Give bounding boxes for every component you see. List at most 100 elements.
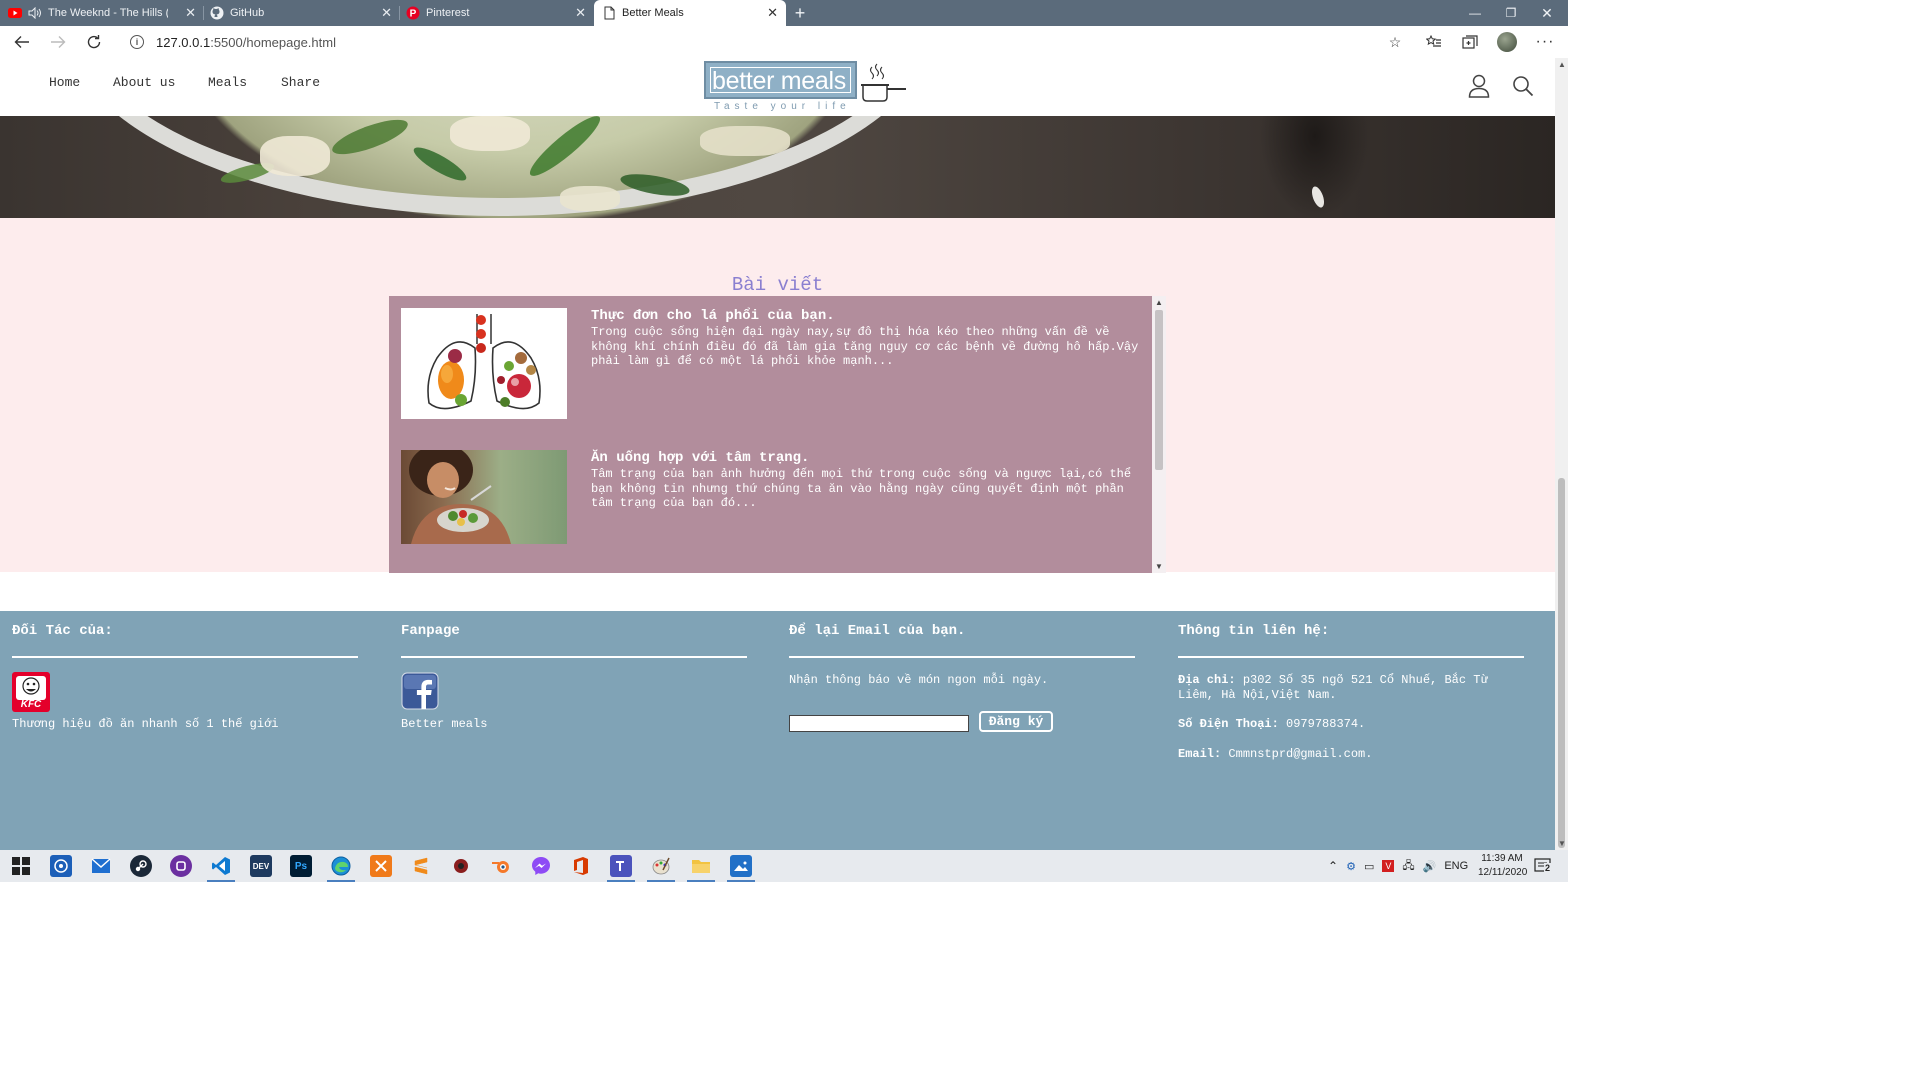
pinterest-icon: P [406, 6, 420, 20]
nav-share[interactable]: Share [281, 75, 320, 90]
windows-start-icon[interactable] [10, 855, 32, 877]
nav-about-us[interactable]: About us [113, 75, 175, 90]
contact-phone: Số Điện Thoại: 0979788374. [1178, 717, 1365, 732]
contact-email: Email: Cmmnstprd@gmail.com. [1178, 747, 1372, 762]
site-info-icon[interactable]: i [130, 35, 144, 49]
devcpp-icon[interactable]: DEV [250, 855, 272, 877]
post-excerpt: Trong cuộc sống hiện đại ngày nay,sự đô … [591, 325, 1139, 369]
nav-home[interactable]: Home [49, 75, 80, 90]
sublime-icon[interactable] [410, 855, 432, 877]
language-indicator[interactable]: ENG [1444, 860, 1468, 872]
fanpage-heading: Fanpage [401, 623, 460, 639]
woman-eating-salad-image [401, 450, 567, 544]
chevron-up-icon[interactable]: ⌃ [1328, 859, 1338, 873]
network-icon[interactable]: 🖧 [1402, 857, 1414, 876]
mail-icon[interactable] [90, 855, 112, 877]
scroll-down-icon[interactable]: ▼ [1155, 562, 1163, 571]
url-field[interactable]: i 127.0.0.1:5500/homepage.html [118, 30, 1418, 54]
refresh-icon[interactable] [84, 32, 104, 52]
post-item[interactable]: Thực đơn cho lá phổi của bạn. Trong cuộc… [401, 308, 1141, 420]
scroll-down-icon[interactable]: ▼ [1558, 839, 1566, 848]
address-label: Địa chỉ: [1178, 673, 1236, 687]
notification-icon[interactable]: 2 [1534, 857, 1552, 875]
tab-youtube[interactable]: The Weeknd - The Hills (Am ✕ [8, 0, 204, 26]
posts-scrollbar[interactable]: ▲ ▼ [1152, 296, 1166, 573]
logo-tagline: Taste your life [714, 101, 851, 112]
forward-icon[interactable] [48, 32, 68, 52]
partners-heading: Đối Tác của: [12, 623, 113, 639]
fanpage-caption[interactable]: Better meals [401, 717, 487, 732]
youtube-icon [8, 6, 22, 20]
github-icon [210, 6, 224, 20]
purple-app-icon[interactable] [170, 855, 192, 877]
phone-value: 0979788374. [1286, 717, 1366, 731]
close-tab-icon[interactable]: ✕ [185, 6, 196, 19]
volume-icon[interactable]: 🔊 [1423, 860, 1437, 873]
contact-address: Địa chỉ: p302 Số 35 ngõ 521 Cổ Nhuế, Bắc… [1178, 673, 1524, 702]
post-title[interactable]: Ăn uống hợp với tâm trạng. [591, 450, 809, 466]
site-header: Home About us Meals Share better meals T… [0, 58, 1555, 116]
battery-icon[interactable]: ▭ [1364, 860, 1374, 873]
photos-icon[interactable] [730, 855, 752, 877]
close-window-icon[interactable]: ✕ [1532, 4, 1562, 22]
signup-button[interactable]: Đăng ký [979, 711, 1053, 732]
taskbar-clock[interactable]: 11:39 AM 12/11/2020 [1478, 852, 1527, 880]
email-label: Email: [1178, 747, 1222, 761]
messenger-icon[interactable] [530, 855, 552, 877]
email-value[interactable]: Cmmnstprd@gmail.com. [1228, 747, 1372, 761]
site-footer: Đối Tác của: KFC Thương hiệu đồ ăn nhanh… [0, 611, 1555, 850]
posts-list[interactable]: Thực đơn cho lá phổi của bạn. Trong cuộc… [389, 296, 1166, 573]
back-icon[interactable] [12, 32, 32, 52]
restore-icon[interactable]: ❐ [1496, 4, 1526, 22]
site-logo[interactable]: better meals Taste your life [704, 61, 910, 113]
tab-title: Better Meals [622, 7, 684, 19]
post-item[interactable]: Ăn uống hợp với tâm trạng. Tâm trạng của… [401, 450, 1141, 545]
tray-app-icon[interactable]: ⚙ [1346, 860, 1356, 873]
close-tab-icon[interactable]: ✕ [767, 6, 778, 19]
teams-icon[interactable] [610, 855, 632, 877]
search-icon[interactable] [1510, 73, 1536, 99]
blender-icon[interactable] [490, 855, 512, 877]
network-app-icon[interactable] [50, 855, 72, 877]
contact-heading: Thông tin liên hệ: [1178, 623, 1330, 639]
vpn-icon[interactable]: V [1382, 860, 1395, 872]
edge-browser-icon[interactable] [330, 855, 352, 877]
email-input[interactable] [789, 715, 969, 732]
close-tab-icon[interactable]: ✕ [575, 6, 586, 19]
speaker-icon[interactable] [28, 7, 42, 19]
xampp-icon[interactable] [370, 855, 392, 877]
new-tab-icon[interactable]: + [790, 3, 810, 23]
svg-text:P: P [410, 9, 417, 20]
facebook-icon[interactable] [401, 672, 439, 710]
system-tray: ⌃ ⚙ ▭ V 🖧 🔊 ENG [1328, 850, 1468, 882]
email-heading: Để lại Email của bạn. [789, 623, 966, 639]
tab-github[interactable]: GitHub ✕ [204, 0, 400, 26]
more-menu-icon[interactable]: ··· [1535, 32, 1555, 52]
game-app-icon[interactable] [450, 855, 472, 877]
kfc-logo[interactable]: KFC [12, 672, 50, 712]
close-tab-icon[interactable]: ✕ [381, 6, 392, 19]
windows-taskbar: DEV Ps ⌃ ⚙ ▭ V 🖧 🔊 ENG 11:39 AM 12/11/20… [0, 850, 1568, 882]
browser-tab-bar: The Weeknd - The Hills (Am ✕ GitHub ✕ P … [0, 0, 1568, 26]
scroll-up-icon[interactable]: ▲ [1558, 60, 1566, 69]
steam-icon[interactable] [130, 855, 152, 877]
post-title[interactable]: Thực đơn cho lá phổi của bạn. [591, 308, 835, 324]
vscode-icon[interactable] [210, 855, 232, 877]
page-icon [602, 6, 616, 20]
scroll-up-icon[interactable]: ▲ [1155, 298, 1163, 307]
file-explorer-icon[interactable] [690, 855, 712, 877]
user-icon[interactable] [1466, 73, 1492, 99]
office-icon[interactable] [570, 855, 592, 877]
profile-avatar[interactable] [1497, 32, 1517, 52]
nav-meals[interactable]: Meals [208, 75, 247, 90]
tab-better-meals[interactable]: Better Meals ✕ [594, 0, 786, 26]
favorite-star-icon[interactable]: ☆ [1385, 32, 1405, 52]
page-scrollbar[interactable]: ▲ ▼ [1555, 58, 1568, 850]
collections-icon[interactable] [1460, 32, 1480, 52]
cooking-pot-icon [861, 63, 906, 102]
paint-app-icon[interactable] [650, 855, 672, 877]
favorites-list-icon[interactable] [1424, 32, 1444, 52]
tab-pinterest[interactable]: P Pinterest ✕ [400, 0, 594, 26]
photoshop-icon[interactable]: Ps [290, 855, 312, 877]
minimize-icon[interactable]: — [1460, 4, 1490, 22]
